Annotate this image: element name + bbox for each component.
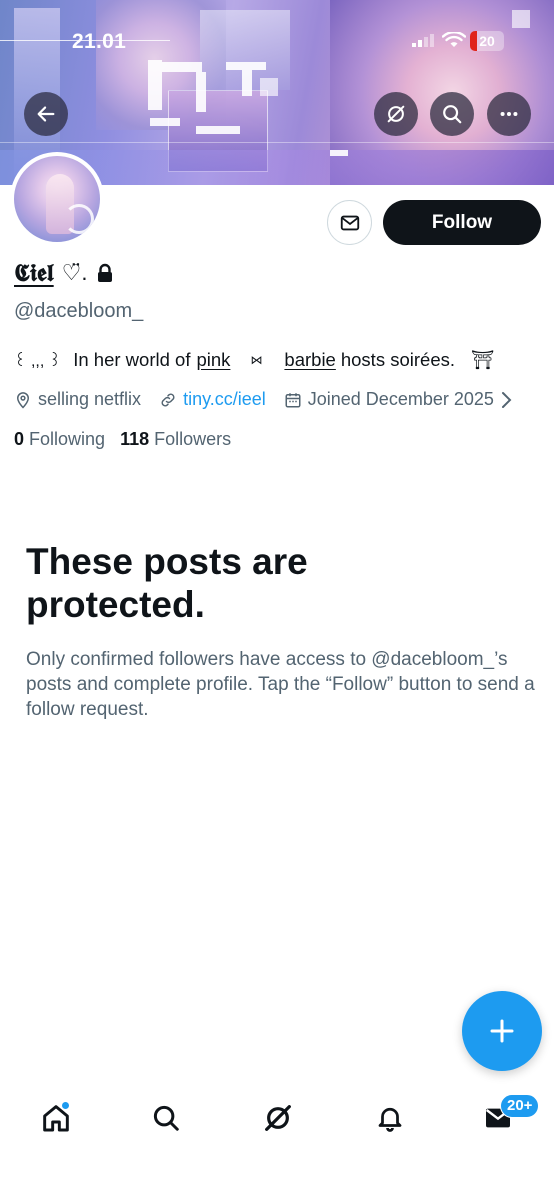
arrow-left-icon xyxy=(37,106,55,122)
bio-part2: hosts soirées. xyxy=(340,349,455,370)
compose-button[interactable] xyxy=(462,991,542,1071)
home-notification-dot xyxy=(61,1101,70,1110)
handle: @dacebloom_ xyxy=(14,300,144,322)
bio-lead: ꒰ ,,, ꒱ xyxy=(14,353,62,370)
more-icon xyxy=(500,111,518,117)
protected-title: These posts are protected. xyxy=(26,541,308,625)
battery-indicator: 20 xyxy=(470,31,504,51)
followers-label: Followers xyxy=(154,429,232,449)
battery-level: 20 xyxy=(479,33,495,49)
bottom-nav xyxy=(0,1080,554,1160)
bio: ꒰ ,,, ꒱ In her world of pink ⋈ barbie ho… xyxy=(14,349,495,371)
follow-button[interactable]: Follow xyxy=(383,200,541,245)
back-button[interactable] xyxy=(24,92,68,136)
grok-button[interactable] xyxy=(374,92,418,136)
joined-item: Joined December 2025 xyxy=(284,389,494,410)
status-time: 21.01 xyxy=(72,30,127,53)
link-icon xyxy=(161,393,175,406)
location-text: selling netflix xyxy=(38,389,142,409)
display-name-row: 𝕮𝖎𝖊𝖑 ♡̈. xyxy=(14,258,114,287)
search-icon xyxy=(153,1105,179,1131)
grok-icon xyxy=(387,105,405,123)
bio-barbie: barbie xyxy=(284,349,336,370)
more-button[interactable] xyxy=(487,92,531,136)
bio-bow: ⋈ xyxy=(250,353,263,367)
avatar[interactable] xyxy=(10,152,104,246)
display-name-suffix: ♡̈. xyxy=(61,259,88,285)
message-button[interactable] xyxy=(327,200,372,245)
following-count: 0 xyxy=(14,429,25,449)
lock-icon xyxy=(97,263,112,282)
profile-banner[interactable] xyxy=(0,0,554,185)
bio-pink: pink xyxy=(196,349,231,370)
plus-icon xyxy=(490,1019,514,1043)
location-item: selling netflix xyxy=(14,389,141,410)
nav-grok[interactable] xyxy=(256,1096,300,1140)
follow-counts: 0 Following 118 Followers xyxy=(14,429,231,450)
location-pin-icon xyxy=(16,391,30,409)
chevron-right-icon[interactable] xyxy=(500,391,512,409)
bio-end: ⛩ xyxy=(471,349,495,370)
cellular-icon xyxy=(412,34,434,47)
joined-text: Joined December 2025 xyxy=(307,389,494,409)
followers-count: 118 xyxy=(120,429,150,449)
calendar-icon xyxy=(285,392,301,407)
grok-icon xyxy=(265,1105,291,1131)
search-button[interactable] xyxy=(430,92,474,136)
following-link[interactable]: 0 Following xyxy=(14,429,105,450)
website-item[interactable]: tiny.cc/ieel xyxy=(159,389,266,410)
bio-part1: In her world of xyxy=(73,349,191,370)
status-icons xyxy=(412,32,466,48)
display-name: 𝕮𝖎𝖊𝖑 xyxy=(14,258,54,287)
followers-link[interactable]: 118 Followers xyxy=(120,429,231,450)
nav-notifications[interactable] xyxy=(368,1096,412,1140)
protected-text: Only confirmed followers have access to … xyxy=(26,649,535,720)
nav-search[interactable] xyxy=(144,1096,188,1140)
wifi-icon xyxy=(442,32,466,47)
profile-meta: selling netflix tiny.cc/ieel Joined Dece… xyxy=(14,389,512,410)
website-link[interactable]: tiny.cc/ieel xyxy=(183,389,266,410)
nav-home[interactable] xyxy=(34,1096,78,1140)
envelope-icon xyxy=(340,215,359,230)
search-icon xyxy=(443,105,462,124)
messages-badge: 20+ xyxy=(500,1094,540,1118)
following-label: Following xyxy=(29,429,106,449)
bell-icon xyxy=(378,1107,402,1132)
